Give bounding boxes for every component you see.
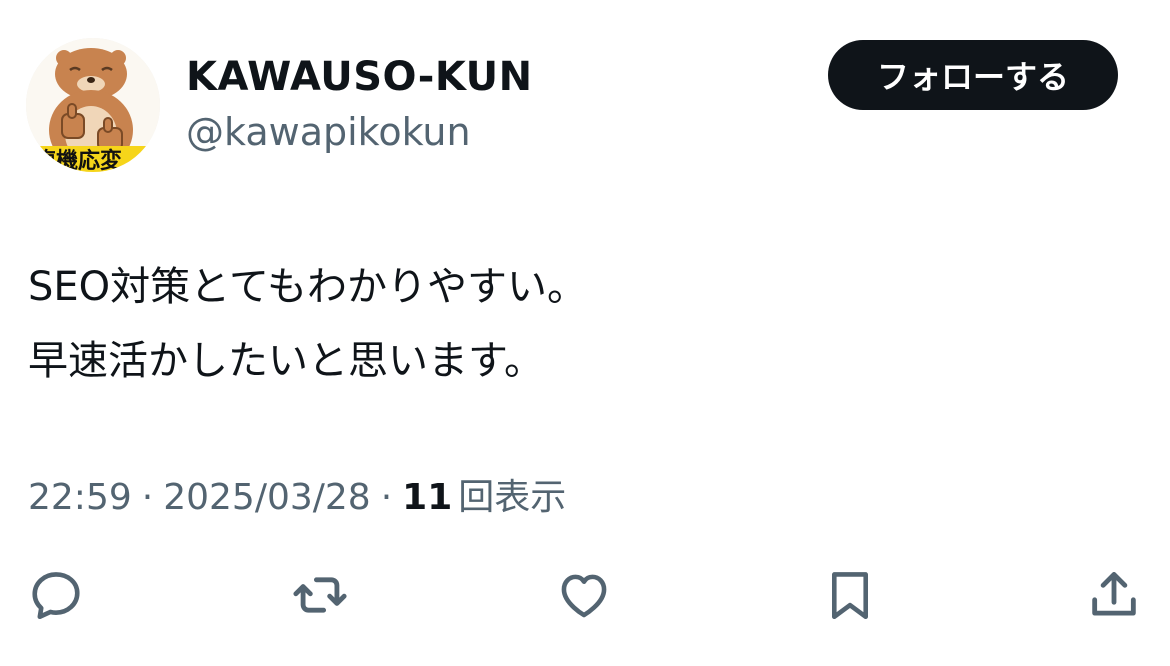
- display-name[interactable]: KAWAUSO-KUN: [186, 54, 533, 100]
- retweet-button[interactable]: [288, 563, 352, 627]
- tweet-line: 早速活かしたいと思います。: [28, 338, 544, 384]
- reply-button[interactable]: [24, 563, 88, 627]
- tweet-line: SEO対策とてもわかりやすい。: [28, 264, 587, 310]
- tweet-date[interactable]: 2025/03/28: [163, 477, 371, 518]
- avatar[interactable]: 臨機応変: [26, 38, 160, 172]
- otter-illustration: 臨機応変: [26, 38, 160, 172]
- tweet-text: SEO対策とてもわかりやすい。 早速活かしたいと思います。: [28, 250, 587, 398]
- share-icon: [1092, 572, 1136, 616]
- avatar-banner-text: 臨機応変: [34, 148, 122, 172]
- like-icon: [561, 574, 607, 618]
- share-button[interactable]: [1082, 563, 1146, 627]
- bookmark-button[interactable]: [818, 563, 882, 627]
- user-handle[interactable]: @kawapikokun: [186, 110, 471, 154]
- reply-icon: [32, 572, 80, 620]
- meta-separator: ·: [380, 477, 393, 518]
- meta-separator: ·: [141, 477, 154, 518]
- views-label: 回表示: [458, 477, 567, 518]
- follow-button[interactable]: フォローする: [828, 40, 1118, 110]
- views-count: 11: [402, 477, 453, 518]
- tweet-meta: 22:59 · 2025/03/28 · 11 回表示: [28, 468, 566, 520]
- tweet-time[interactable]: 22:59: [28, 477, 132, 518]
- like-button[interactable]: [552, 563, 616, 627]
- retweet-icon: [293, 577, 347, 613]
- bookmark-icon: [831, 572, 869, 620]
